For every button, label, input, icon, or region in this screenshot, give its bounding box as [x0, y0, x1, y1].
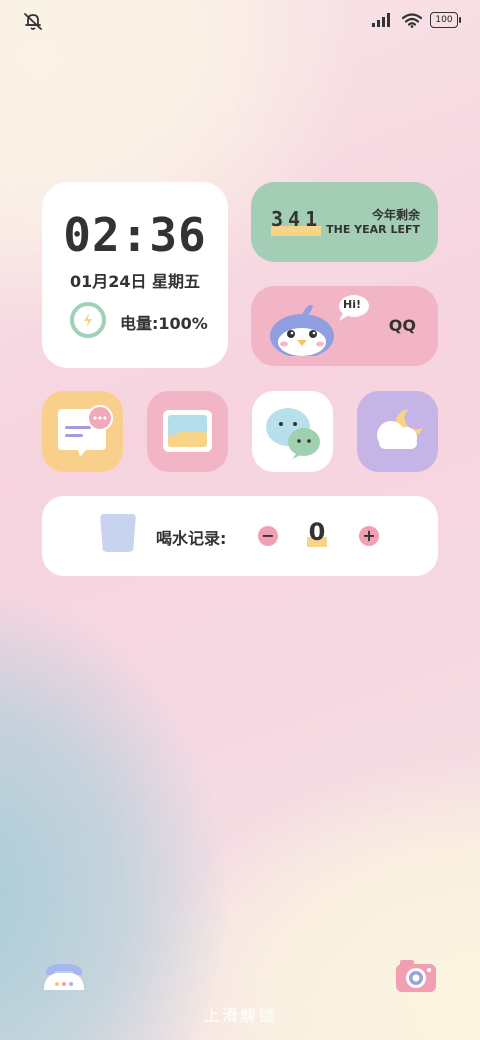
increment-button[interactable]: + — [359, 526, 379, 546]
year-left-widget[interactable]: 341 今年剩余 THE YEAR LEFT — [251, 182, 438, 262]
status-icons: 100 — [372, 12, 461, 28]
clock-time: 02:36 — [63, 208, 207, 262]
decrement-button[interactable]: − — [258, 526, 278, 546]
battery-level: 100 — [435, 15, 453, 25]
water-count: 0 — [308, 518, 326, 546]
penguin-icon — [270, 305, 334, 356]
swipe-unlock-hint: 上滑解锁 — [203, 1006, 276, 1025]
year-left-label-zh: 今年剩余 — [371, 208, 420, 222]
qq-widget[interactable]: Hi! QQ — [251, 286, 438, 366]
messages-app-icon[interactable] — [42, 391, 123, 472]
speech-bubble-text: Hi! — [343, 298, 361, 311]
lightning-icon — [79, 311, 97, 329]
gallery-app-icon[interactable] — [147, 391, 228, 472]
battery-indicator: 100 — [430, 12, 461, 28]
battery-percent-label: 电量:100% — [120, 314, 208, 333]
water-cup-icon — [100, 514, 136, 552]
days-left-count: 341 — [271, 207, 323, 231]
phone-icon[interactable] — [42, 958, 86, 998]
year-left-label-en: THE YEAR LEFT — [326, 223, 420, 236]
qq-label: QQ — [388, 316, 416, 335]
water-record-widget: 喝水记录: − 0 + — [42, 496, 438, 576]
weather-app-icon[interactable] — [357, 391, 438, 472]
clock-widget[interactable]: 02:36 01月24日 星期五 电量:100% — [42, 182, 228, 368]
wifi-icon — [402, 12, 422, 28]
bell-off-icon — [22, 10, 44, 32]
battery-ring — [70, 302, 106, 338]
cell-signal-icon — [372, 13, 390, 27]
clock-date: 01月24日 星期五 — [69, 272, 201, 291]
wechat-app-icon[interactable] — [252, 391, 333, 472]
water-record-label: 喝水记录: — [156, 529, 227, 548]
camera-icon[interactable] — [394, 956, 438, 998]
